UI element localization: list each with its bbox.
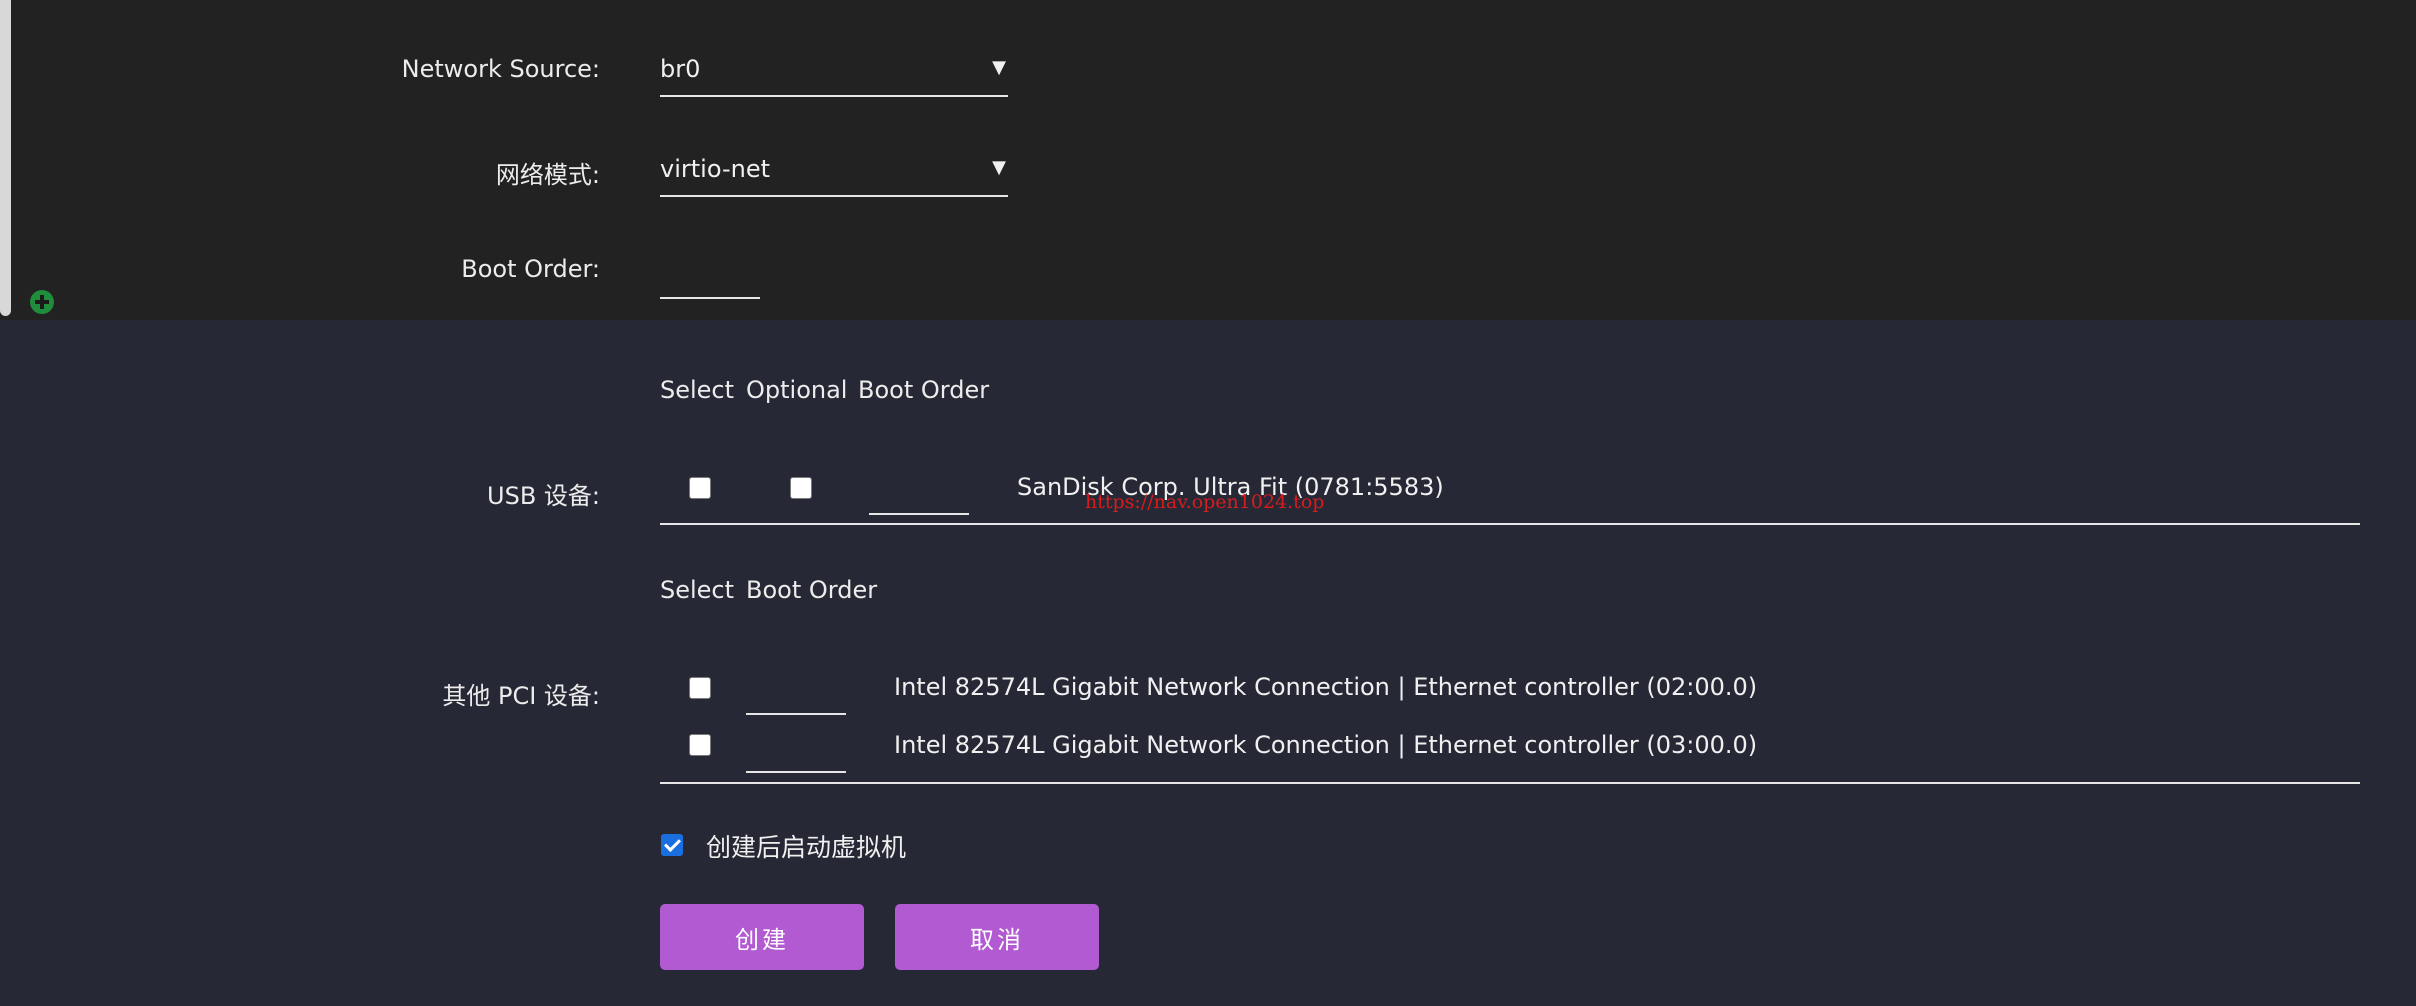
pci-divider xyxy=(660,782,2360,784)
network-settings-panel: Network Source: br0 ▼ 网络模式: virtio-net ▼… xyxy=(0,0,2416,320)
usb-header-optional: Optional xyxy=(746,376,848,404)
usb-header-select: Select xyxy=(660,376,735,404)
pci-select-checkbox[interactable] xyxy=(689,734,711,756)
cancel-button[interactable]: 取消 xyxy=(895,904,1099,970)
network-boot-order-input[interactable] xyxy=(660,297,760,299)
usb-divider xyxy=(660,523,2360,525)
usb-optional-checkbox[interactable] xyxy=(790,477,812,499)
scroll-indicator[interactable] xyxy=(0,0,11,316)
network-boot-order-label: Boot Order: xyxy=(461,255,600,283)
watermark-text: https://nav.open1024.top xyxy=(1085,491,1325,513)
network-source-select[interactable]: br0 ▼ xyxy=(660,55,1008,97)
pci-select-checkbox[interactable] xyxy=(689,677,711,699)
pci-header-boot-order: Boot Order xyxy=(746,576,878,604)
usb-header-boot-order: Boot Order xyxy=(858,376,990,404)
pci-header-select: Select xyxy=(660,576,735,604)
add-network-icon[interactable] xyxy=(30,290,54,314)
network-mode-label: 网络模式: xyxy=(495,161,600,189)
usb-devices-label: USB 设备: xyxy=(487,482,600,510)
autostart-checkbox[interactable] xyxy=(661,834,683,856)
create-button[interactable]: 创建 xyxy=(660,904,864,970)
network-source-label: Network Source: xyxy=(401,55,600,83)
pci-boot-order-input[interactable] xyxy=(746,713,846,715)
pci-device-name: Intel 82574L Gigabit Network Connection … xyxy=(894,673,1758,701)
network-mode-select[interactable]: virtio-net ▼ xyxy=(660,155,1008,197)
network-source-value: br0 xyxy=(660,55,701,83)
network-mode-value: virtio-net xyxy=(660,155,770,183)
usb-select-checkbox[interactable] xyxy=(689,477,711,499)
chevron-down-icon: ▼ xyxy=(992,157,1006,178)
pci-boot-order-input[interactable] xyxy=(746,771,846,773)
pci-devices-label: 其他 PCI 设备: xyxy=(442,682,600,710)
usb-boot-order-input[interactable] xyxy=(869,513,969,515)
chevron-down-icon: ▼ xyxy=(992,57,1006,78)
autostart-label: 创建后启动虚拟机 xyxy=(706,833,907,862)
pci-device-name: Intel 82574L Gigabit Network Connection … xyxy=(894,731,1758,759)
